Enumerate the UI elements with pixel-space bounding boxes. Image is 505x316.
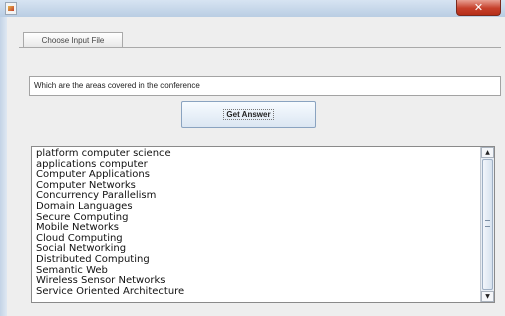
- close-icon: ✕: [473, 1, 484, 14]
- scroll-up-button[interactable]: ▲: [481, 147, 494, 158]
- scroll-thumb[interactable]: [482, 159, 493, 290]
- choose-input-file-button[interactable]: Choose Input File: [23, 32, 123, 48]
- scroll-down-button[interactable]: ▼: [481, 291, 494, 302]
- vertical-scrollbar[interactable]: ▲ ▼: [480, 147, 494, 302]
- answers-list: platform computer science applications c…: [36, 148, 476, 298]
- arrow-up-icon: ▲: [485, 149, 490, 156]
- title-bar[interactable]: ✕: [0, 0, 505, 18]
- list-item[interactable]: Service Oriented Architecture: [36, 286, 476, 298]
- window-frame-left: [0, 17, 7, 316]
- answers-list-box[interactable]: platform computer science applications c…: [31, 146, 495, 303]
- question-input[interactable]: Which are the areas covered in the confe…: [29, 76, 501, 96]
- list-item[interactable]: Domain Languages: [36, 201, 476, 213]
- get-answer-label: Get Answer: [223, 109, 274, 120]
- arrow-down-icon: ▼: [485, 293, 490, 300]
- get-answer-button[interactable]: Get Answer: [181, 101, 316, 128]
- app-icon: [5, 2, 17, 15]
- list-item[interactable]: Distributed Computing: [36, 254, 476, 266]
- app-window: ✕ Choose Input File Which are the areas …: [0, 0, 505, 316]
- close-button[interactable]: ✕: [456, 0, 501, 16]
- list-item[interactable]: platform computer science: [36, 148, 476, 160]
- toolbar-divider: [19, 47, 501, 48]
